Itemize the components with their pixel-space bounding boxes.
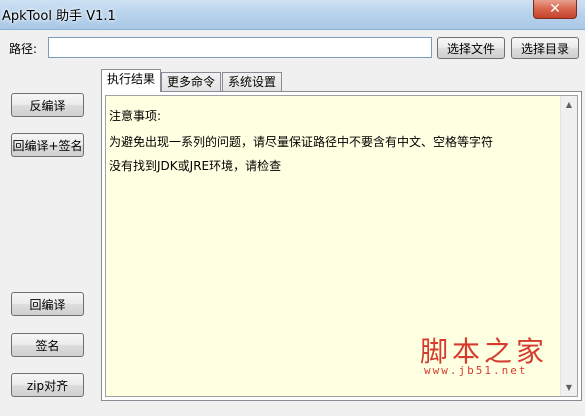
- close-icon: ✕: [549, 1, 561, 17]
- sign-button[interactable]: 签名: [11, 333, 84, 357]
- scroll-down-icon[interactable]: ▼: [561, 379, 577, 396]
- path-input[interactable]: [48, 37, 432, 58]
- decompile-button[interactable]: 反编译: [11, 93, 84, 117]
- title-bar: ApkTool 助手 V1.1 ✕: [0, 0, 585, 30]
- output-line: 为避免出现一系列的问题，请尽量保证路径中不要含有中文、空格等字符: [109, 135, 494, 149]
- tab-more-commands[interactable]: 更多命令: [161, 72, 221, 91]
- path-label: 路径:: [9, 42, 38, 56]
- close-button[interactable]: ✕: [533, 0, 577, 19]
- vertical-scrollbar[interactable]: ▲ ▼: [560, 96, 577, 396]
- watermark-url: www.jb51.net: [424, 364, 528, 377]
- output-line: 注意事项:: [109, 109, 162, 123]
- recompile-button[interactable]: 回编译: [11, 292, 84, 316]
- tab-results[interactable]: 执行结果: [101, 69, 161, 92]
- choose-dir-button[interactable]: 选择目录: [511, 37, 579, 59]
- scroll-up-icon[interactable]: ▲: [561, 96, 577, 113]
- zipalign-button[interactable]: zip对齐: [11, 373, 84, 397]
- output-line: 没有找到JDK或JRE环境，请检查: [109, 159, 282, 173]
- recompile-sign-button[interactable]: 回编译+签名: [11, 133, 84, 157]
- watermark: 脚本之家 www.jb51.net: [420, 330, 560, 380]
- window-title: ApkTool 助手 V1.1: [2, 9, 116, 24]
- choose-file-button[interactable]: 选择文件: [437, 37, 505, 59]
- tab-settings[interactable]: 系统设置: [222, 72, 282, 91]
